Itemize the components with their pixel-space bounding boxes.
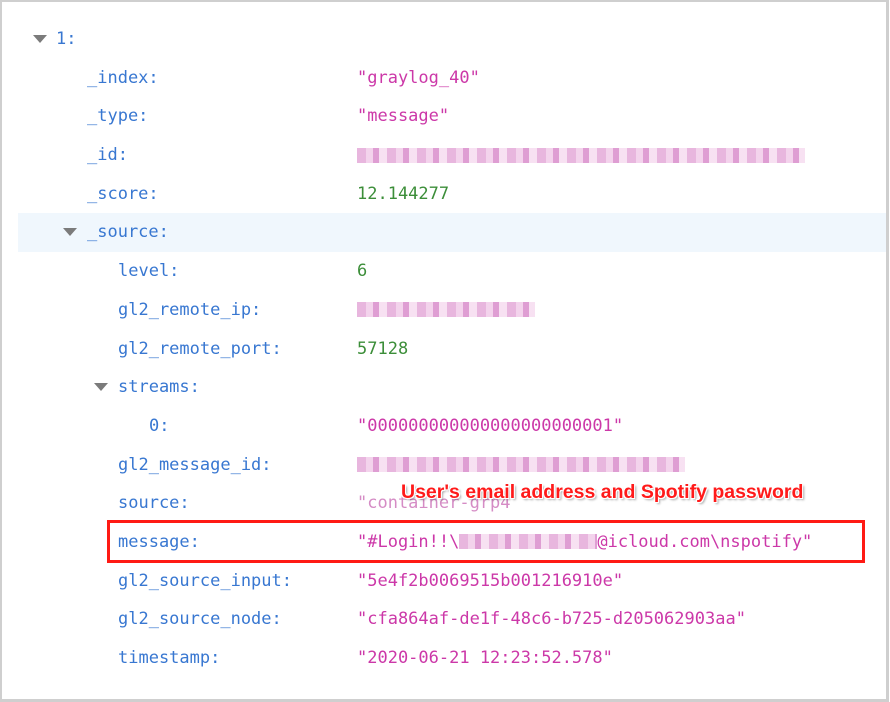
tree-node-root[interactable]: 1: [2,20,886,59]
field-value: "000000000000000000000001" [357,415,624,436]
tree-node-source[interactable]: _source: [18,213,886,253]
field-key: _id: [87,145,128,166]
field-value: "message" [357,106,450,127]
field-key: source: [118,493,190,514]
field-value: 6 [357,261,368,282]
field-value: "graylog_40" [357,67,480,88]
expand-triangle-icon[interactable] [63,228,77,237]
field-value: 57128 [357,338,409,359]
field-row: 0: "000000000000000000000001" [2,407,886,446]
field-key: gl2_remote_port: [118,338,282,359]
field-row: _score: 12.144277 [2,175,886,214]
field-key: 0: [149,415,170,436]
field-row: _type: "message" [2,97,886,136]
redacted-value [357,136,805,175]
field-key: _index: [87,67,159,88]
field-row: gl2_source_node: "cfa864af-de1f-48c6-b72… [2,600,886,639]
field-key: gl2_source_input: [118,570,292,591]
node-key: _source: [87,222,169,243]
field-row: _id: [2,136,886,175]
field-row: gl2_source_input: "5e4f2b0069515b0012169… [2,562,886,601]
field-key: gl2_remote_ip: [118,299,262,320]
field-key: _score: [87,183,159,204]
highlight-box [107,520,865,563]
expand-triangle-icon[interactable] [33,35,47,43]
json-tree: 1: _index: "graylog_40" _type: "message"… [2,20,886,678]
field-key: _type: [87,106,149,127]
annotation-label: User's email address and Spotify passwor… [401,481,804,503]
field-row: gl2_message_id: [2,446,886,485]
tree-node-streams[interactable]: streams: [2,368,886,407]
field-row: gl2_remote_port: 57128 [2,330,886,369]
field-key: gl2_message_id: [118,454,272,475]
node-key: 1: [56,29,77,49]
field-row: _index: "graylog_40" [2,59,886,98]
redacted-value [357,291,535,330]
field-value: 12.144277 [357,183,450,204]
field-value: "2020-06-21 12:23:52.578" [357,648,613,668]
field-row: gl2_remote_ip: [2,291,886,330]
json-viewer-frame: 1: _index: "graylog_40" _type: "message"… [0,0,889,702]
field-row: level: 6 [2,252,886,291]
field-key: timestamp: [118,648,221,668]
node-key: streams: [118,377,200,398]
expand-triangle-icon[interactable] [94,383,108,392]
field-value: "5e4f2b0069515b001216910e" [357,570,624,591]
field-value: "cfa864af-de1f-48c6-b725-d205062903aa" [357,609,746,630]
field-key: level: [118,261,180,282]
field-row: timestamp: "2020-06-21 12:23:52.578" [2,639,886,678]
redacted-value [357,446,685,485]
field-key: gl2_source_node: [118,609,282,630]
